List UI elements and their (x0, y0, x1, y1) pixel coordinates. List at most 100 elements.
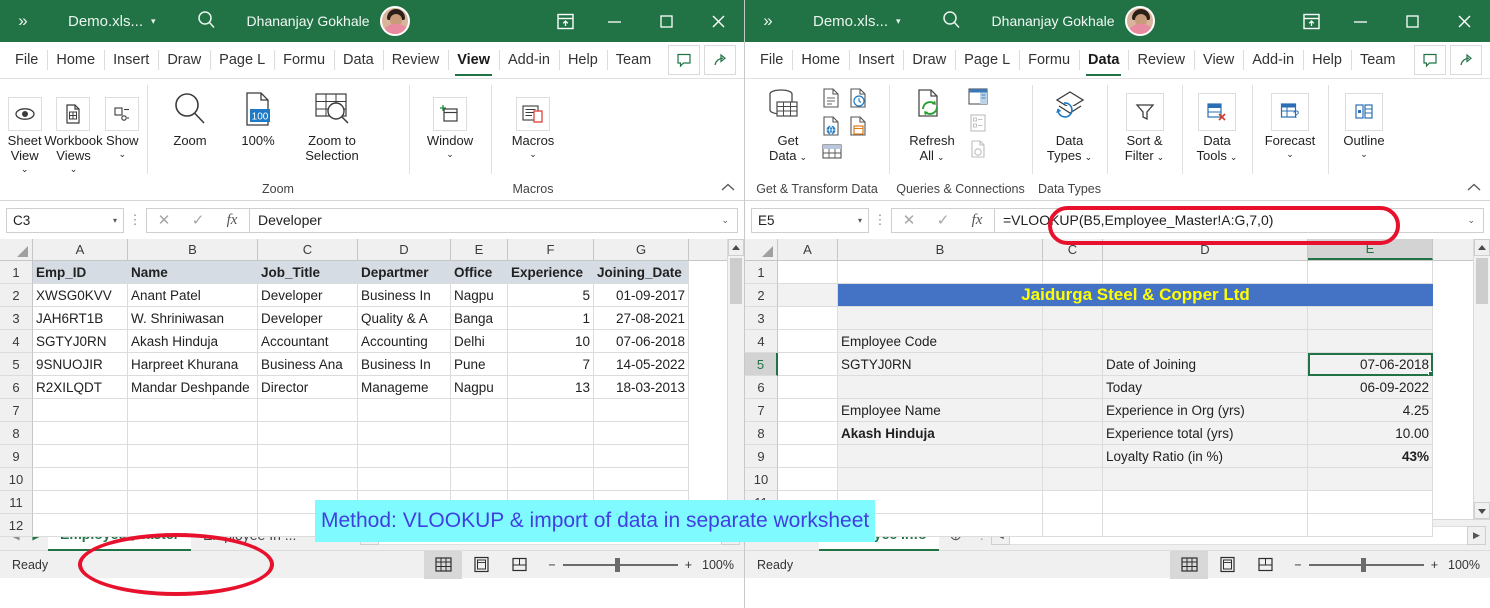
column-header-e[interactable]: E (1308, 239, 1433, 260)
chevron-down-icon[interactable]: ⌄ (1265, 149, 1316, 161)
grid-cell[interactable] (1043, 330, 1103, 353)
zoom-out-button[interactable]: − (1294, 558, 1301, 572)
grid-cell[interactable] (33, 422, 128, 445)
user-name-label[interactable]: Dhananjay Gokhale (247, 13, 370, 29)
grid-cell[interactable] (258, 422, 358, 445)
grid-cell[interactable] (358, 399, 451, 422)
grid-cell[interactable] (778, 468, 838, 491)
grid-cell[interactable]: W. Shriniwasan (128, 307, 258, 330)
grid-cell[interactable]: JAH6RT1B (33, 307, 128, 330)
grid-cell[interactable] (128, 491, 258, 514)
grid-cell[interactable] (778, 261, 838, 284)
grid-cell[interactable] (128, 514, 258, 537)
grid-cell[interactable] (33, 468, 128, 491)
tab-page-layout[interactable]: Page L (955, 42, 1019, 78)
grid-cell[interactable] (594, 468, 689, 491)
from-text-csv-icon[interactable] (821, 87, 841, 112)
grid-cell[interactable]: Date of Joining (1103, 353, 1308, 376)
grid-cell[interactable]: Joining_Date (594, 261, 689, 284)
workbook-views-button[interactable]: WorkbookViews⌄ (44, 83, 102, 176)
row-header[interactable]: 1 (0, 261, 33, 284)
expand-formula-bar-icon[interactable]: ⌄ (1467, 215, 1475, 226)
file-name-caret-icon[interactable]: ▾ (151, 16, 156, 27)
grid-cell[interactable]: 14-05-2022 (594, 353, 689, 376)
tab-draw[interactable]: Draw (158, 42, 210, 78)
chevron-down-icon[interactable]: ▾ (113, 216, 117, 225)
grid-cell[interactable] (778, 445, 838, 468)
collapse-ribbon-icon[interactable] (720, 181, 736, 196)
file-name-label[interactable]: Demo.xls... (46, 13, 143, 30)
row-header[interactable]: 10 (745, 468, 778, 491)
macros-button[interactable]: Macros⌄ (496, 83, 570, 161)
row-header[interactable]: 8 (0, 422, 33, 445)
row-header[interactable]: 10 (0, 468, 33, 491)
grid-cell[interactable] (1103, 491, 1308, 514)
grid-cell[interactable] (778, 330, 838, 353)
grid-cell[interactable]: 27-08-2021 (594, 307, 689, 330)
grid-cell[interactable] (451, 422, 508, 445)
grid-cell[interactable]: 9SNUOJIR (33, 353, 128, 376)
sheet-view-button[interactable]: SheetView⌄ (5, 83, 44, 176)
chevron-down-icon[interactable]: ⌄ (8, 164, 42, 176)
quick-access-chevron-icon[interactable]: » (0, 11, 46, 31)
grid-cell[interactable] (33, 399, 128, 422)
enter-formula-icon[interactable]: ✓ (181, 211, 215, 229)
column-header-c[interactable]: C (258, 239, 358, 260)
grid-cell[interactable] (258, 445, 358, 468)
zoom-slider-knob[interactable] (615, 558, 620, 572)
grid-cell[interactable] (1308, 491, 1433, 514)
grid-cell[interactable]: Developer (258, 284, 358, 307)
tab-file[interactable]: File (751, 42, 792, 78)
grid-cell[interactable] (1043, 376, 1103, 399)
zoom-in-button[interactable]: + (685, 558, 692, 572)
quick-access-chevron-icon[interactable]: » (745, 11, 791, 31)
grid-cell[interactable] (33, 491, 128, 514)
grid-cell[interactable] (1308, 330, 1433, 353)
grid-cell[interactable] (1043, 307, 1103, 330)
grid-cell[interactable]: Harpreet Khurana (128, 353, 258, 376)
grid-cell[interactable] (1308, 514, 1433, 537)
column-header-f[interactable]: F (508, 239, 594, 260)
sort-filter-button[interactable]: Sort &Filter⌄ (1112, 83, 1177, 164)
chevron-down-icon[interactable]: ⌄ (937, 152, 945, 162)
close-button[interactable] (692, 0, 744, 42)
get-data-button[interactable]: GetData⌄ (755, 83, 821, 164)
grid-cell[interactable]: 10.00 (1308, 422, 1433, 445)
grid-cell[interactable]: Loyalty Ratio (in %) (1103, 445, 1308, 468)
grid-cell[interactable]: Employee Name (838, 399, 1043, 422)
tab-formulas[interactable]: Formu (1019, 42, 1079, 78)
grid-cell[interactable] (1043, 468, 1103, 491)
grid-cell[interactable] (778, 399, 838, 422)
grid-cell[interactable] (451, 468, 508, 491)
grid-cell[interactable] (508, 445, 594, 468)
grid-cell[interactable]: Developer (258, 307, 358, 330)
grid-cell[interactable] (508, 422, 594, 445)
forecast-button[interactable]: ? Forecast⌄ (1257, 83, 1323, 161)
minimize-button[interactable] (1334, 0, 1386, 42)
grid-cell[interactable]: 1 (508, 307, 594, 330)
row-header[interactable]: 2 (0, 284, 33, 307)
row-header[interactable]: 8 (745, 422, 778, 445)
tab-draw[interactable]: Draw (903, 42, 955, 78)
grid-cell[interactable] (778, 353, 838, 376)
column-header-e[interactable]: E (451, 239, 508, 260)
grid-cell[interactable] (1103, 468, 1308, 491)
grid-cell[interactable] (1043, 353, 1103, 376)
row-header[interactable]: 7 (745, 399, 778, 422)
from-table-range-icon[interactable] (848, 115, 868, 140)
row-header[interactable]: 1 (745, 261, 778, 284)
scroll-up-arrow-icon[interactable] (728, 239, 744, 256)
select-all-corner[interactable] (0, 239, 33, 260)
row-header[interactable]: 3 (745, 307, 778, 330)
column-header-b[interactable]: B (838, 239, 1043, 260)
grid-cell[interactable]: Experience total (yrs) (1103, 422, 1308, 445)
grid-cell[interactable] (258, 468, 358, 491)
zoom-slider-knob[interactable] (1361, 558, 1366, 572)
recent-sources-icon[interactable] (848, 87, 868, 112)
page-layout-icon[interactable] (462, 551, 500, 579)
row-header[interactable]: 4 (0, 330, 33, 353)
chevron-down-icon[interactable]: ▾ (858, 216, 862, 225)
tab-review[interactable]: Review (1128, 42, 1194, 78)
tab-add-ins[interactable]: Add-in (1243, 42, 1303, 78)
grid-cell[interactable]: 4.25 (1308, 399, 1433, 422)
